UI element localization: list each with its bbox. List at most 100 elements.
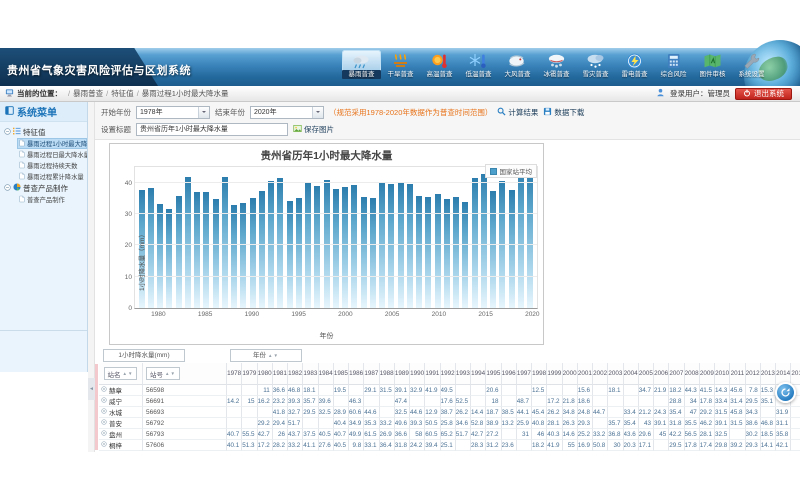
sidebar-item-2-1[interactable]: 普查产品制作 <box>17 194 87 205</box>
nav-item-5[interactable]: 大风普查 <box>498 50 537 79</box>
cell-station-name: 盘州 <box>99 429 143 440</box>
table-row[interactable]: 赫章565981136.646.818.119.529.131.539.132.… <box>99 385 800 396</box>
header-cell-1984: 1984 <box>319 363 334 385</box>
cell-value: 24.3 <box>654 407 669 418</box>
nav-item-2[interactable]: 干旱普查 <box>381 50 420 79</box>
gridline-40 <box>135 182 537 183</box>
cell-value: 17.2 <box>258 440 273 451</box>
table-scrollbar[interactable] <box>95 364 98 450</box>
row-expand-icon[interactable] <box>101 397 107 405</box>
sidebar-item-1-1[interactable]: 暴雨过程1小时最大降水量 <box>17 138 87 149</box>
chart-panel: 贵州省历年1小时最大降水量 国家站平均 01020304019801985199… <box>109 143 544 345</box>
sidebar-group-1[interactable]: 特征值 <box>4 126 87 138</box>
table-grid: 站名▲▼站号▲▼19781979198019811982198319841985… <box>99 363 800 451</box>
cell-value: 16.2 <box>258 396 273 407</box>
nav-item-11[interactable]: 系统设置 <box>732 50 771 79</box>
row-expand-icon[interactable] <box>101 408 107 416</box>
chevron-down-icon <box>198 107 209 118</box>
cell-value <box>334 396 349 407</box>
sidebar-item-1-3[interactable]: 暴雨过程持续天数 <box>17 160 87 171</box>
cell-value: 41.9 <box>547 440 562 451</box>
table-row[interactable]: 水城5669341.832.729.532.528.960.644.632.54… <box>99 407 800 418</box>
refresh-float-button[interactable] <box>775 382 796 403</box>
bar-2007 <box>407 184 413 308</box>
image-icon <box>293 124 302 135</box>
id-sort-button[interactable]: 站号▲▼ <box>146 367 180 380</box>
cell-value: 29.2 <box>258 418 273 429</box>
start-year-select[interactable]: 1978年 <box>136 106 210 119</box>
end-year-select[interactable]: 2020年 <box>250 106 324 119</box>
cell-value <box>593 396 608 407</box>
document-icon <box>19 139 25 149</box>
sidebar-item-label: 暴雨过程累计降水量 <box>27 172 84 181</box>
row-expand-icon[interactable] <box>101 430 107 438</box>
nav-item-8[interactable]: 雷电普查 <box>615 50 654 79</box>
sidebar-item-1-4[interactable]: 暴雨过程累计降水量 <box>17 171 87 182</box>
tree-toggle-icon[interactable] <box>4 184 11 193</box>
splitter-collapse-handle[interactable]: ◄ <box>88 378 95 400</box>
header-cell-1993: 1993 <box>456 363 471 385</box>
table-row[interactable]: 桐梓5760640.151.317.228.233.241.127.640.59… <box>99 440 800 451</box>
download-data-button[interactable]: 数据下载 <box>543 107 584 118</box>
bar-2015 <box>481 174 487 308</box>
breadcrumb-item[interactable]: 暴雨过程1小时最大降水量 <box>142 88 229 99</box>
name-sort-button[interactable]: 站名▲▼ <box>104 367 138 380</box>
cell-value <box>624 396 639 407</box>
nav-item-7[interactable]: 雪灾普查 <box>576 50 615 79</box>
cell-value: 29.2 <box>700 407 715 418</box>
cell-value: 30 <box>608 440 623 451</box>
bar-1993 <box>277 178 283 308</box>
table-row[interactable]: 盘州5679340.755.542.72643.737.540.540.749.… <box>99 429 800 440</box>
table-row[interactable]: 普安5679229.229.451.740.434.935.333.249.63… <box>99 418 800 429</box>
bar-1999 <box>333 189 339 308</box>
x-tick-label: 1995 <box>291 311 305 318</box>
year-sort-box[interactable]: 年份▲▼ <box>230 349 302 362</box>
sidebar-group-2[interactable]: 普查产品制作 <box>4 182 87 194</box>
panel-splitter[interactable]: ◄ <box>88 102 95 452</box>
cell-value: 34 <box>685 396 700 407</box>
nav-item-10[interactable]: 图件审核 <box>693 50 732 79</box>
chart-title-input[interactable]: 贵州省历年1小时最大降水量 <box>136 123 288 136</box>
cell-value: 34.3 <box>746 407 761 418</box>
cell-value: 56.5 <box>685 429 700 440</box>
sidebar-divider <box>0 330 87 331</box>
table-row[interactable]: 威宁5669114.21516.223.239.335.739.646.347.… <box>99 396 800 407</box>
cell-value: 12.5 <box>532 385 547 396</box>
row-expand-icon[interactable] <box>101 419 107 427</box>
nav-item-3[interactable]: 高温普查 <box>420 50 459 79</box>
nav-item-label: 系统设置 <box>732 70 771 79</box>
cell-value: 31 <box>517 429 532 440</box>
cell-value: 32.7 <box>288 407 303 418</box>
cell-value: 44.6 <box>364 407 379 418</box>
cell-value: 28.3 <box>471 440 486 451</box>
nav-item-1[interactable]: 暴雨普查 <box>342 50 381 79</box>
sort-arrows-icon[interactable]: ▲▼ <box>123 371 134 376</box>
nav-item-6[interactable]: 冰雹普查 <box>537 50 576 79</box>
low-temp-icon <box>459 52 498 70</box>
cell-value: 25.8 <box>441 418 456 429</box>
row-expand-icon[interactable] <box>101 386 107 394</box>
sort-arrows-icon[interactable]: ▲▼ <box>165 371 176 376</box>
nav-item-4[interactable]: 低温普查 <box>459 50 498 79</box>
header-cell-2002: 2002 <box>593 363 608 385</box>
cell-value <box>761 407 776 418</box>
cell-value: 60.6 <box>349 407 364 418</box>
save-image-button[interactable]: 保存图片 <box>293 124 334 135</box>
nav-item-label: 雷电普查 <box>615 70 654 79</box>
document-icon <box>19 161 25 171</box>
cell-station-name: 赫章 <box>99 385 143 396</box>
breadcrumb-item[interactable]: 暴雨普查 <box>73 88 103 99</box>
logout-button[interactable]: 退出系统 <box>735 88 792 100</box>
cell-value: 14.1 <box>761 440 776 451</box>
cell-value: 38.9 <box>486 418 501 429</box>
row-expand-icon[interactable] <box>101 441 107 449</box>
tree-toggle-icon[interactable] <box>4 128 11 137</box>
breadcrumb-item[interactable]: 特征值 <box>111 88 134 99</box>
cell-value: 32.9 <box>410 385 425 396</box>
cell-value <box>349 385 364 396</box>
sort-arrows-icon[interactable]: ▲▼ <box>268 350 279 361</box>
calculate-button[interactable]: 计算结果 <box>497 107 538 118</box>
nav-item-9[interactable]: 综合风险 <box>654 50 693 79</box>
cell-value <box>791 440 800 451</box>
sidebar-item-1-2[interactable]: 暴雨过程日最大降水量 <box>17 149 87 160</box>
